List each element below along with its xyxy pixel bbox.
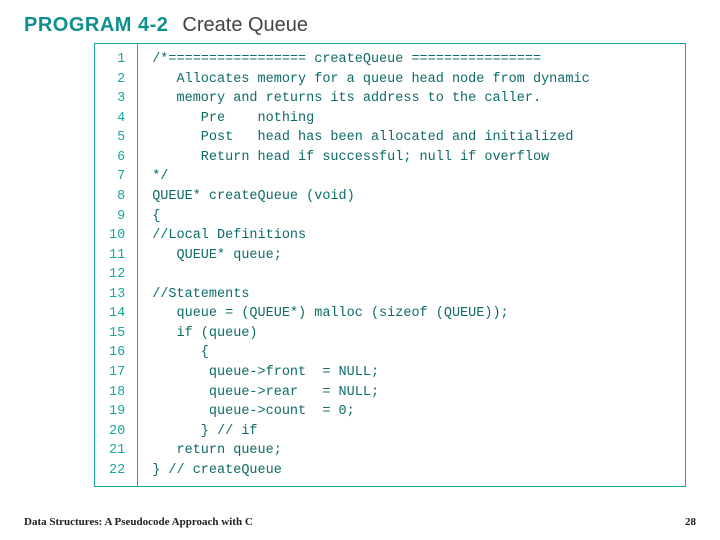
line-number: 1 <box>109 50 125 70</box>
line-number: 2 <box>109 70 125 90</box>
line-number: 8 <box>109 187 125 207</box>
code-line: queue->front = NULL; <box>152 363 675 383</box>
line-number: 5 <box>109 128 125 148</box>
line-number: 9 <box>109 207 125 227</box>
code-line <box>152 265 675 285</box>
code-line: if (queue) <box>152 324 675 344</box>
code-line: QUEUE* createQueue (void) <box>152 187 675 207</box>
line-number: 17 <box>109 363 125 383</box>
program-title: Create Queue <box>182 14 308 37</box>
program-label: PROGRAM 4-2 <box>24 14 168 37</box>
code-line: } // createQueue <box>152 461 675 481</box>
code-line: Post head has been allocated and initial… <box>152 128 675 148</box>
code-line: /*================= createQueue ========… <box>152 50 675 70</box>
line-number: 14 <box>109 304 125 324</box>
code-line: } // if <box>152 422 675 442</box>
code-box: 12345678910111213141516171819202122 /*==… <box>94 43 686 487</box>
code-line: { <box>152 343 675 363</box>
code-line: memory and returns its address to the ca… <box>152 89 675 109</box>
line-number: 12 <box>109 265 125 285</box>
line-number: 11 <box>109 246 125 266</box>
heading: PROGRAM 4-2 Create Queue <box>24 14 696 37</box>
code-line: */ <box>152 167 675 187</box>
line-number: 15 <box>109 324 125 344</box>
code-line: //Local Definitions <box>152 226 675 246</box>
code-line: Allocates memory for a queue head node f… <box>152 70 675 90</box>
line-number: 19 <box>109 402 125 422</box>
code-line: Return head if successful; null if overf… <box>152 148 675 168</box>
line-number: 20 <box>109 422 125 442</box>
line-number: 6 <box>109 148 125 168</box>
code-content: /*================= createQueue ========… <box>138 44 685 486</box>
slide: PROGRAM 4-2 Create Queue 123456789101112… <box>0 0 720 540</box>
line-number: 13 <box>109 285 125 305</box>
code-line: queue = (QUEUE*) malloc (sizeof (QUEUE))… <box>152 304 675 324</box>
line-number: 18 <box>109 383 125 403</box>
line-number: 3 <box>109 89 125 109</box>
footer: Data Structures: A Pseudocode Approach w… <box>24 516 696 528</box>
code-line: queue->count = 0; <box>152 402 675 422</box>
line-number-gutter: 12345678910111213141516171819202122 <box>95 44 138 486</box>
line-number: 16 <box>109 343 125 363</box>
code-line: Pre nothing <box>152 109 675 129</box>
code-line: QUEUE* queue; <box>152 246 675 266</box>
line-number: 21 <box>109 441 125 461</box>
line-number: 22 <box>109 461 125 481</box>
code-line: return queue; <box>152 441 675 461</box>
code-line: //Statements <box>152 285 675 305</box>
line-number: 4 <box>109 109 125 129</box>
footer-page-number: 28 <box>685 516 696 528</box>
line-number: 10 <box>109 226 125 246</box>
line-number: 7 <box>109 167 125 187</box>
code-line: { <box>152 207 675 227</box>
footer-left: Data Structures: A Pseudocode Approach w… <box>24 516 253 528</box>
code-line: queue->rear = NULL; <box>152 383 675 403</box>
